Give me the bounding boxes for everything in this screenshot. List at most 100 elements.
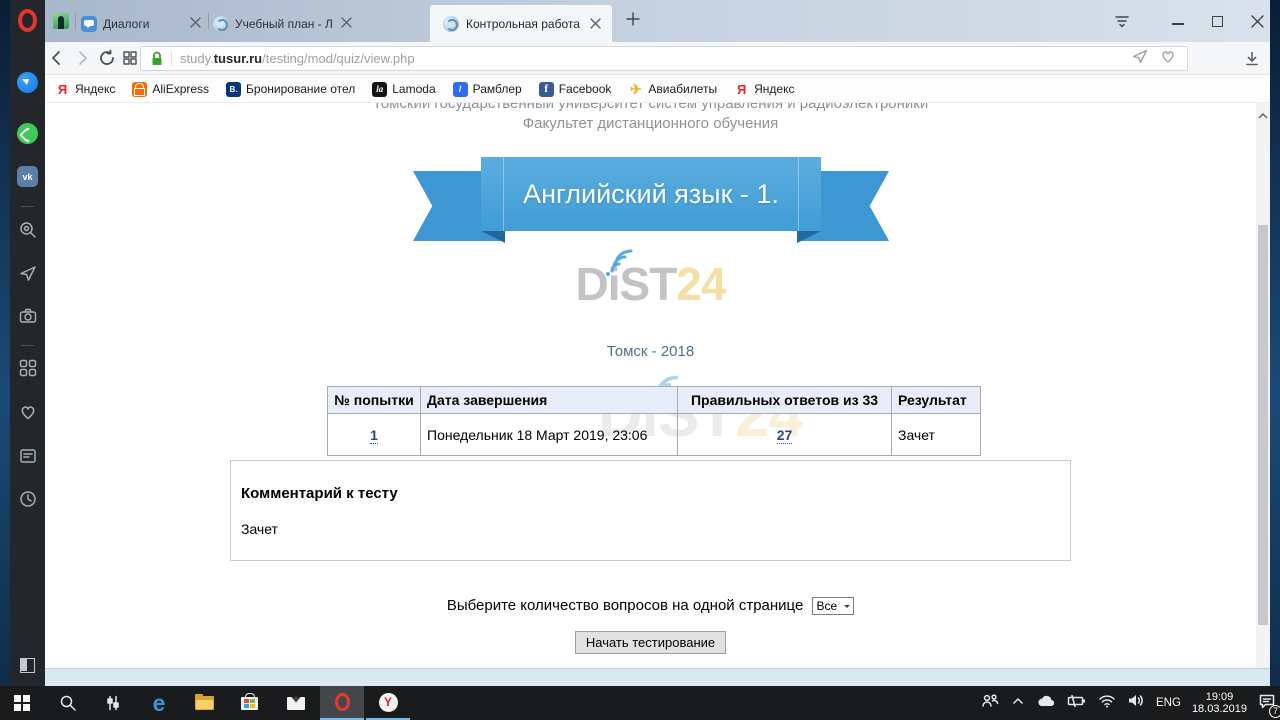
col-result: Результат xyxy=(892,387,981,414)
opera-sidebar: vk xyxy=(10,0,45,686)
time: 19:09 xyxy=(1192,691,1247,703)
new-tab-button[interactable] xyxy=(625,11,641,32)
faculty-name: Факультет дистанционного обучения xyxy=(45,115,1256,132)
close-window-button[interactable] xyxy=(1251,15,1264,28)
messenger-icon[interactable] xyxy=(10,72,45,93)
clock[interactable]: 19:09 18.03.2019 xyxy=(1192,691,1247,715)
action-center-icon[interactable]: 7 xyxy=(1258,693,1276,714)
wifi-arcs-icon xyxy=(600,239,638,285)
tab-separator xyxy=(75,13,76,29)
reload-icon[interactable] xyxy=(98,49,116,72)
tab-dialogi[interactable]: Диалоги xyxy=(79,5,205,42)
tab-uchebny-plan[interactable]: Учебный план - Личный xyxy=(213,5,335,42)
opera-logo-icon xyxy=(18,9,37,32)
my-flow-send-icon[interactable] xyxy=(1131,47,1149,70)
university-name: Томский государственный университет сист… xyxy=(45,103,1256,112)
comment-body: Зачет xyxy=(241,521,1060,537)
page-content: Томский государственный университет сист… xyxy=(45,103,1256,668)
task-view-button[interactable] xyxy=(91,686,135,720)
whatsapp-icon[interactable] xyxy=(10,123,45,144)
people-icon[interactable] xyxy=(980,692,1000,715)
opera-taskbar-button[interactable] xyxy=(320,686,364,720)
browser-window: vk Диалоги xyxy=(10,0,1270,686)
snapshot-camera-icon[interactable] xyxy=(10,306,45,326)
back-icon[interactable] xyxy=(48,49,66,72)
tab-title: Диалоги xyxy=(103,17,149,31)
tab-strip: Диалоги Учебный план - Личный Контрольна… xyxy=(45,0,1270,42)
questions-per-page-select[interactable]: Все xyxy=(812,597,855,615)
tab-close-icon[interactable] xyxy=(190,15,201,33)
system-tray: ENG 19:09 18.03.2019 7 xyxy=(980,686,1276,720)
maximize-button[interactable] xyxy=(1211,15,1224,28)
url-text: study.tusur.ru/testing/mod/quiz/view.php xyxy=(180,51,415,66)
yandex-browser-button[interactable]: Y xyxy=(366,686,410,720)
my-flow-icon[interactable] xyxy=(10,263,45,283)
notification-badge: 7 xyxy=(1269,705,1280,718)
table-header-row: № попытки Дата завершения Правильных отв… xyxy=(328,387,981,414)
navigation-toolbar: study.tusur.ru/testing/mod/quiz/view.php xyxy=(45,42,1270,75)
tab-title: Учебный план - Личный xyxy=(235,17,333,31)
microsoft-store-button[interactable] xyxy=(227,686,271,720)
tusur-favicon-icon xyxy=(213,16,229,32)
mail-icon xyxy=(287,697,305,710)
speed-dial-icon[interactable] xyxy=(10,358,45,378)
start-row: Начать тестирование xyxy=(45,631,1256,654)
sidebar-setup-icon[interactable] xyxy=(10,658,45,673)
windows-logo-icon xyxy=(14,695,30,711)
start-button[interactable] xyxy=(0,686,44,720)
file-explorer-button[interactable] xyxy=(182,686,226,720)
scrollbar-thumb[interactable] xyxy=(1258,225,1268,625)
tab-kontrolnaya-active[interactable]: Контрольная работа по д xyxy=(430,5,612,42)
address-bar[interactable]: study.tusur.ru/testing/mod/quiz/view.php xyxy=(140,46,1188,71)
bookmark-yandex[interactable]: ЯЯндекс xyxy=(55,82,115,97)
start-test-button[interactable]: Начать тестирование xyxy=(575,631,726,654)
aliexpress-icon xyxy=(132,82,147,97)
comment-box: Комментарий к тесту Зачет xyxy=(230,460,1071,561)
onedrive-cloud-icon[interactable] xyxy=(1036,693,1056,714)
yandex-browser-icon: Y xyxy=(379,693,398,712)
scroll-up-icon[interactable] xyxy=(1258,107,1268,125)
show-hidden-icons-chevron[interactable] xyxy=(1011,694,1025,712)
chat-favicon-icon xyxy=(81,16,97,32)
bookmark-booking[interactable]: B.Бронирование отел xyxy=(226,82,355,97)
taskbar-search-button[interactable] xyxy=(46,686,90,720)
opera-icon xyxy=(335,693,350,711)
table-row: 1 Понедельник 18 Март 2019, 23:06 27 Зач… xyxy=(328,414,981,456)
downloads-icon[interactable] xyxy=(1243,50,1261,73)
facebook-icon: f xyxy=(539,82,554,97)
opera-menu-button[interactable] xyxy=(10,9,45,32)
sidebar-divider xyxy=(21,206,34,207)
vk-icon[interactable]: vk xyxy=(10,166,45,187)
search-icon[interactable] xyxy=(10,220,45,240)
bookmark-facebook[interactable]: fFacebook xyxy=(539,82,612,97)
personal-news-icon[interactable] xyxy=(10,446,45,466)
minimize-button[interactable] xyxy=(1171,15,1184,28)
mail-button[interactable] xyxy=(274,686,318,720)
bookmark-aliexpress[interactable]: AliExpress xyxy=(132,82,209,97)
tab-close-icon[interactable] xyxy=(341,15,352,33)
secure-lock-icon[interactable] xyxy=(149,50,165,67)
tab-menu-icon[interactable] xyxy=(1114,13,1130,34)
pinned-tab[interactable] xyxy=(53,13,69,29)
date: 18.03.2019 xyxy=(1192,703,1247,715)
edge-button[interactable]: e xyxy=(137,686,181,720)
windows-taskbar: e Y ENG 19:09 18 xyxy=(0,686,1280,720)
wifi-icon[interactable] xyxy=(1098,694,1116,713)
bookmarks-heart-icon[interactable] xyxy=(10,402,45,422)
history-clock-icon[interactable] xyxy=(10,489,45,509)
correct-answers-link[interactable]: 27 xyxy=(777,427,793,444)
battery-icon[interactable] xyxy=(1067,694,1087,713)
forward-icon[interactable] xyxy=(73,49,91,72)
volume-icon[interactable] xyxy=(1127,693,1145,713)
bookmark-lamoda[interactable]: laLamoda xyxy=(372,82,435,97)
page-scrollbar[interactable] xyxy=(1256,103,1270,668)
bookmark-yandex-2[interactable]: ЯЯндекс xyxy=(734,82,794,97)
bookmark-heart-icon[interactable] xyxy=(1159,47,1177,70)
bookmark-aviabilety[interactable]: ✈Авиабилеты xyxy=(628,82,717,97)
folder-icon xyxy=(195,696,214,710)
language-indicator[interactable]: ENG xyxy=(1156,697,1181,709)
attempt-link[interactable]: 1 xyxy=(370,427,378,444)
bookmark-rambler[interactable]: /Рамблер xyxy=(453,82,522,97)
speed-dial-tiles-icon[interactable] xyxy=(121,49,139,72)
tab-close-icon[interactable] xyxy=(590,18,601,29)
